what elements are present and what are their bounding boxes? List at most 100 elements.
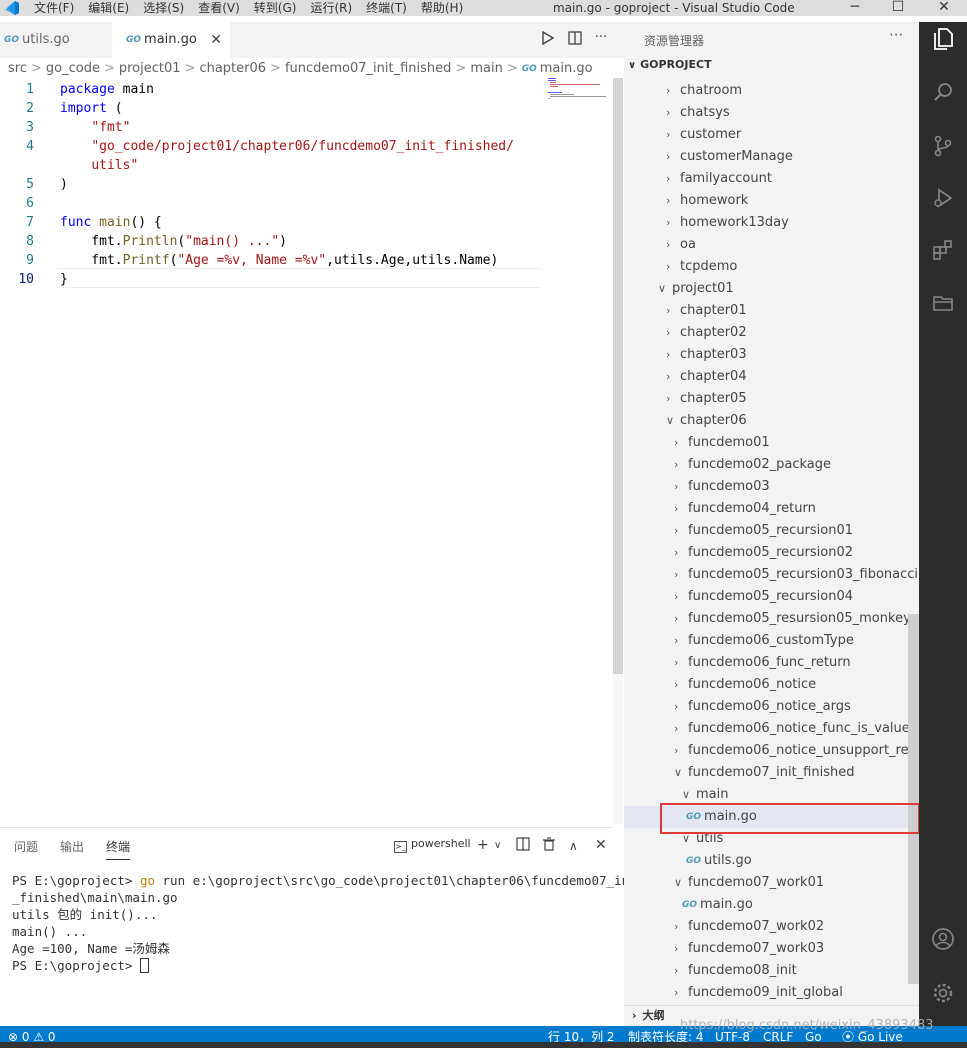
tree-folder[interactable]: › funcdemo05_recursion03_fibonacci	[674, 564, 918, 586]
tree-folder[interactable]: ∨ funcdemo07_init_finished	[674, 762, 854, 784]
tab-problems[interactable]: 问题	[14, 838, 38, 855]
tree-folder[interactable]: ∨ funcdemo07_work01	[674, 872, 824, 894]
tree-folder[interactable]: › chapter03	[666, 344, 747, 366]
tree-item-label: funcdemo06_notice_unsupport_reload	[688, 743, 937, 758]
tree-folder[interactable]: › familyaccount	[666, 168, 772, 190]
menu-item[interactable]: 文件(F)	[34, 0, 74, 16]
code-token: main	[99, 215, 131, 230]
breadcrumb-item[interactable]: go_code	[46, 61, 100, 76]
menu-item[interactable]: 终端(T)	[366, 0, 407, 16]
tree-item-label: funcdemo05_recursion04	[688, 589, 854, 604]
tree-folder[interactable]: › homework	[666, 190, 748, 212]
maximize-button[interactable]: ☐	[878, 0, 918, 16]
tab-main-go[interactable]: GO main.go ✕	[112, 22, 230, 58]
tree-item-label: chapter06	[680, 413, 747, 428]
close-tab-icon[interactable]: ✕	[210, 22, 222, 58]
tree-file[interactable]: GO main.go	[682, 894, 753, 916]
tree-folder[interactable]: › chatsys	[666, 102, 730, 124]
tree-folder[interactable]: › funcdemo04_return	[674, 498, 816, 520]
code-token: "Age =%v, Name =%v"	[177, 253, 327, 268]
terminal-output[interactable]: PS E:\goproject> go run e:\goproject\src…	[12, 872, 644, 974]
tree-folder[interactable]: › funcdemo05_resursion05_monkey	[674, 608, 911, 630]
code-editor[interactable]: 1 package main 2 import (3 "fmt" 4 "go_code/…	[0, 79, 610, 819]
explorer-more-icon[interactable]: ···	[889, 26, 903, 44]
minimize-button[interactable]: ─	[835, 0, 875, 16]
close-window-button[interactable]: ✕	[924, 0, 964, 16]
tree-folder[interactable]: › funcdemo01	[674, 432, 770, 454]
scrollbar-thumb[interactable]	[613, 78, 623, 674]
tree-folder[interactable]: › funcdemo06_customType	[674, 630, 854, 652]
extensions-icon[interactable]	[919, 232, 967, 276]
breadcrumb-item[interactable]: main	[470, 61, 502, 76]
tree-folder[interactable]: › funcdemo05_recursion01	[674, 520, 853, 542]
menu-item[interactable]: 查看(V)	[198, 0, 240, 16]
tree-folder[interactable]: › funcdemo02_package	[674, 454, 831, 476]
tab-utils-go[interactable]: GO utils.go	[0, 22, 112, 58]
tree-folder[interactable]: ∨ chapter06	[666, 410, 747, 432]
menu-item[interactable]: 转到(G)	[254, 0, 297, 16]
tree-folder[interactable]: › tcpdemo	[666, 256, 737, 278]
run-file-icon[interactable]	[539, 30, 557, 50]
tree-folder[interactable]: › customerManage	[666, 146, 793, 168]
split-editor-icon[interactable]	[566, 30, 584, 50]
folder-icon[interactable]	[919, 284, 967, 328]
tree-folder[interactable]: › chatroom	[666, 80, 742, 102]
tree-item-label: funcdemo08_init	[688, 963, 797, 978]
tree-folder[interactable]: › funcdemo06_notice_func_is_value	[674, 718, 910, 740]
tree-folder[interactable]: › funcdemo03	[674, 476, 770, 498]
tree-file[interactable]: GO utils.go	[686, 850, 752, 872]
search-icon[interactable]	[919, 74, 967, 118]
tree-folder[interactable]: › funcdemo09_init_global	[674, 982, 843, 1004]
tree-folder[interactable]: › chapter02	[666, 322, 747, 344]
tree-folder[interactable]: › funcdemo07_work03	[674, 938, 824, 960]
tree-folder[interactable]: › funcdemo06_notice_unsupport_reload	[674, 740, 936, 762]
tree-item-label: funcdemo01	[688, 435, 770, 450]
files-icon[interactable]	[919, 22, 967, 66]
tree-folder[interactable]: › chapter04	[666, 366, 747, 388]
window-title: main.go - goproject - Visual Studio Code	[553, 1, 795, 15]
line-number: 1	[26, 82, 34, 97]
breadcrumb-item[interactable]: main.go	[540, 61, 593, 76]
tree-folder[interactable]: › funcdemo06_notice	[674, 674, 816, 696]
tree-folder[interactable]: › funcdemo05_recursion02	[674, 542, 853, 564]
close-panel-icon[interactable]: ✕	[595, 837, 607, 853]
settings-gear-icon[interactable]	[919, 976, 967, 1020]
tree-folder[interactable]: › customer	[666, 124, 741, 146]
maximize-panel-icon[interactable]: ∧	[569, 839, 578, 853]
account-icon[interactable]	[919, 922, 967, 966]
tree-folder[interactable]: › homework13day	[666, 212, 789, 234]
tree-folder[interactable]: › oa	[666, 234, 696, 256]
menu-item[interactable]: 帮助(H)	[421, 0, 463, 16]
menu-item[interactable]: 编辑(E)	[88, 0, 129, 16]
tree-folder[interactable]: › chapter05	[666, 388, 747, 410]
terminal-select[interactable]: >_ powershell	[394, 837, 471, 853]
menu-item[interactable]: 选择(S)	[143, 0, 184, 16]
menu-item[interactable]: 运行(R)	[310, 0, 352, 16]
run-debug-icon[interactable]	[919, 180, 967, 224]
tree-folder[interactable]: › chapter01	[666, 300, 747, 322]
chevron-down-icon: ∨	[658, 282, 667, 295]
tab-output[interactable]: 输出	[60, 838, 84, 855]
source-control-icon[interactable]	[919, 128, 967, 172]
tree-folder[interactable]: › funcdemo07_work02	[674, 916, 824, 938]
tree-folder[interactable]: ∨ project01	[658, 278, 734, 300]
tree-folder[interactable]: › funcdemo06_func_return	[674, 652, 851, 674]
new-terminal-icon[interactable]: +	[477, 837, 489, 853]
tree-folder[interactable]: › funcdemo08_init	[674, 960, 797, 982]
trash-icon[interactable]	[542, 837, 556, 855]
breadcrumb-item[interactable]: funcdemo07_init_finished	[285, 61, 451, 76]
editor-scrollbar[interactable]	[613, 78, 623, 824]
tree-item-label: project01	[672, 281, 734, 296]
breadcrumb-item[interactable]: chapter06	[199, 61, 266, 76]
explorer-scrollbar-thumb[interactable]	[908, 614, 919, 984]
split-terminal-icon[interactable]	[516, 837, 530, 855]
more-actions-icon[interactable]: ···	[592, 30, 610, 50]
project-header[interactable]: ∨ GOPROJECT	[628, 58, 712, 71]
minimap[interactable]	[548, 78, 610, 102]
tab-terminal[interactable]: 终端	[106, 838, 131, 860]
breadcrumb-item[interactable]: src	[8, 61, 27, 76]
chevron-down-icon[interactable]: ∨	[494, 840, 501, 851]
breadcrumb-item[interactable]: project01	[119, 61, 181, 76]
tree-folder[interactable]: › funcdemo06_notice_args	[674, 696, 851, 718]
tree-folder[interactable]: › funcdemo05_recursion04	[674, 586, 853, 608]
